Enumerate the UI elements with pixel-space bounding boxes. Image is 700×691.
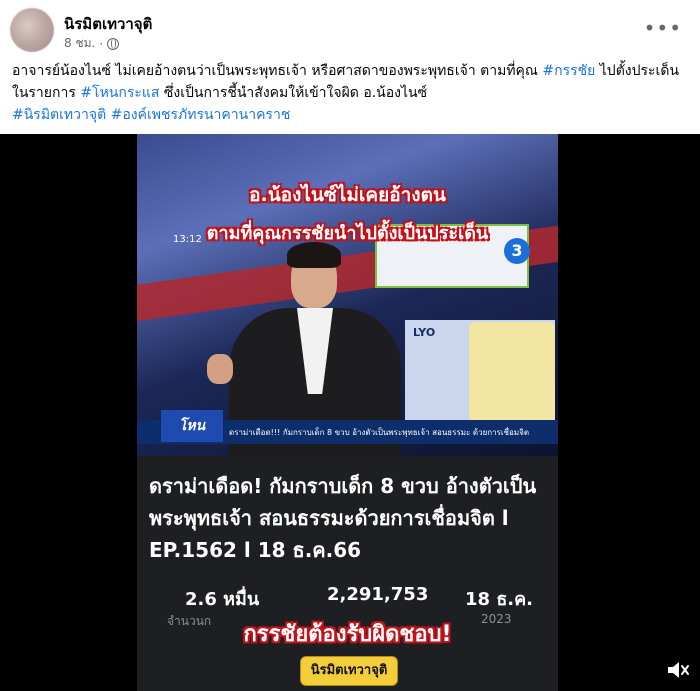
video-stats: 2.6 หมื่น 2,291,753 18 ธ.ค. <box>137 584 558 614</box>
more-horizontal-icon[interactable]: ••• <box>644 16 682 40</box>
caption-text: อาจารย์น้องไนซ์ ไม่เคยอ้างตนว่าเป็นพระพุ… <box>12 63 543 79</box>
warning-caption: กรรชัยต้องรับผิดชอบ! <box>243 622 452 647</box>
banner-line-2: ตามที่คุณกรรชัยนำไปตั้งเป็นประเด็น <box>206 223 489 244</box>
caption-text: ซึ่งเป็นการชี้นำสังคมให้เข้าใจผิด อ.น้อง… <box>159 85 428 101</box>
channel-watermark: นิรมิตเทวาจุติ <box>300 656 398 686</box>
avatar[interactable] <box>10 8 54 52</box>
show-logo: โหน <box>161 410 223 442</box>
globe-icon[interactable] <box>107 37 120 50</box>
video-title: ดราม่าเดือด! กัมกราบเด็ก 8 ขวบ อ้างตัวเป… <box>149 474 537 562</box>
post-meta: 8 ชม. · <box>64 34 120 53</box>
post-author[interactable]: นิรมิตเทวาจุติ <box>64 12 152 36</box>
meta-separator: · <box>99 36 104 51</box>
speaker-muted-icon[interactable] <box>666 659 690 681</box>
video-frame[interactable]: 3 13:12 LYO ดราม่าเดือด!!! กัมกราบเด็ก 8… <box>137 134 558 691</box>
post-caption: อาจารย์น้องไนซ์ ไม่เคยอ้างตนว่าเป็นพระพุ… <box>12 60 688 126</box>
video-player[interactable]: 3 13:12 LYO ดราม่าเดือด!!! กัมกราบเด็ก 8… <box>0 134 700 691</box>
hashtag-link[interactable]: #กรรชัย <box>542 63 595 79</box>
banner-line-1: อ.น้องไนซ์ไม่เคยอ้างตน <box>249 184 446 206</box>
hashtag-link[interactable]: #นิรมิตเทวาจุติ <box>12 107 106 123</box>
post-header: นิรมิตเทวาจุติ 8 ชม. · ••• <box>10 8 690 56</box>
ticker-text: ดราม่าเดือด!!! กัมกราบเด็ก 8 ขวบ อ้างตัว… <box>229 428 530 437</box>
post-time[interactable]: 8 ชม. <box>64 34 95 53</box>
stat-views: 2.6 หมื่น <box>185 589 260 610</box>
stat-count: 2,291,753 <box>327 584 429 605</box>
product-poster <box>469 322 555 422</box>
speaker-muted-icon-svg <box>668 662 689 678</box>
hashtag-link[interactable]: #องค์เพชรภัทรนาคานาคราช <box>111 107 291 123</box>
stat-date: 18 ธ.ค. <box>465 589 534 610</box>
host-hand <box>207 354 233 384</box>
hashtag-link[interactable]: #โหนกระแส <box>80 85 159 101</box>
